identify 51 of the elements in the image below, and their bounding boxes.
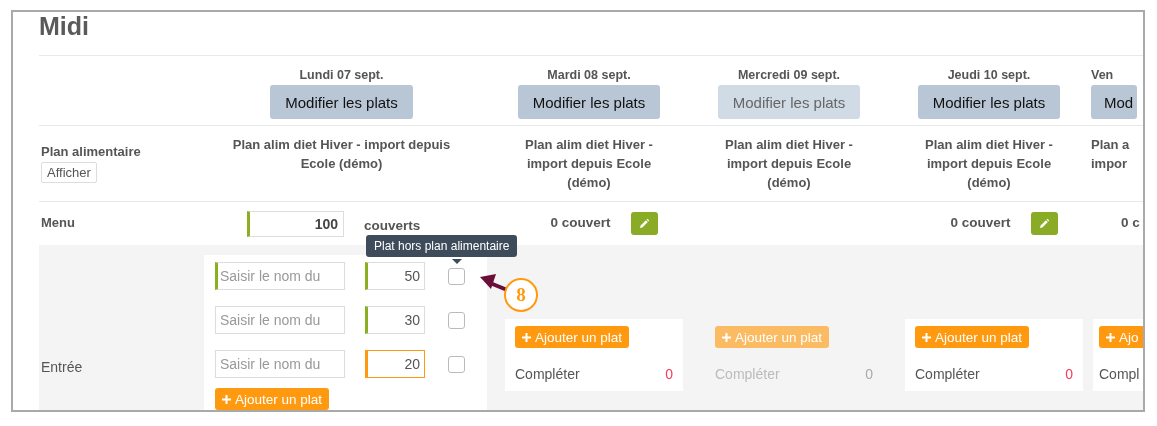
pencil-icon xyxy=(1038,217,1050,230)
dish-name-field[interactable]: Saisir le nom du xyxy=(215,262,345,290)
covers-unit: couverts xyxy=(364,218,421,233)
missing-count: 0 xyxy=(665,366,673,382)
complete-label: Compl xyxy=(1099,366,1140,382)
meal-plan-name: Plan alim diet Hiver - import depuis Ecole (démo) xyxy=(725,136,853,192)
row-label: Menu xyxy=(41,215,76,230)
covers-count: 0 couvert xyxy=(550,215,611,230)
meal-plan-name: Plan alim diet Hiver - import depuis Ecole (démo) xyxy=(525,136,653,192)
dish-name-field[interactable]: Saisir le nom du xyxy=(215,350,345,378)
day-date: Lundi 07 sept. xyxy=(299,68,384,84)
quantity-field[interactable]: 30 xyxy=(365,306,425,334)
complete-label: Compléter xyxy=(915,366,980,382)
day-date: Jeudi 10 sept. xyxy=(947,68,1031,84)
day-date: Mardi 08 sept. xyxy=(547,68,631,84)
plus-icon xyxy=(922,332,931,342)
meal-plan-name: Plan a impor xyxy=(1091,136,1130,173)
plus-icon xyxy=(522,332,531,342)
plus-icon xyxy=(222,394,231,404)
edit-button[interactable] xyxy=(630,212,658,235)
edit-dishes-button[interactable]: Modifier les plats xyxy=(270,85,413,119)
row-label: Plan alimentaire xyxy=(41,144,142,159)
missing-count: 0 xyxy=(1065,366,1073,382)
missing-count: 0 xyxy=(865,366,873,382)
complete-label: Compléter xyxy=(515,366,580,382)
plus-icon xyxy=(722,332,731,342)
complete-label: Compléter xyxy=(715,366,780,382)
edit-dishes-button[interactable]: Modifier les plats xyxy=(517,85,661,119)
checkbox[interactable] xyxy=(448,267,465,285)
checkbox[interactable] xyxy=(448,355,465,373)
tooltip: Plat hors plan alimentaire xyxy=(366,234,518,257)
edit-dishes-button[interactable]: Mod xyxy=(1091,85,1138,119)
edit-dishes-button[interactable]: Modifier les plats xyxy=(917,85,1061,119)
edit-button[interactable] xyxy=(1030,212,1058,235)
covers-count: 0 c xyxy=(1121,215,1140,230)
meal-plan-name: Plan alim diet Hiver - import depuis Ecole (démo) xyxy=(925,136,1053,192)
covers-field[interactable]: 100 xyxy=(247,210,344,237)
quantity-field[interactable]: 50 xyxy=(365,262,425,290)
day-date: Ven xyxy=(1091,68,1114,84)
meal-plan-name: Plan alim diet Hiver - import depuis Ecole (démo) xyxy=(232,136,451,173)
show-button[interactable]: Afficher xyxy=(41,162,97,183)
covers-count: 0 couvert xyxy=(950,215,1011,230)
checkbox[interactable] xyxy=(448,311,465,329)
day-date: Mercredi 09 sept. xyxy=(737,68,841,84)
plus-icon xyxy=(1106,332,1115,342)
tooltip-pointer xyxy=(452,258,462,264)
quantity-field[interactable]: 20 xyxy=(365,350,425,378)
pencil-icon xyxy=(638,217,650,230)
dish-name-field[interactable]: Saisir le nom du xyxy=(215,306,345,334)
row-label: Entrée xyxy=(41,359,83,375)
section-title: Midi xyxy=(39,12,90,42)
